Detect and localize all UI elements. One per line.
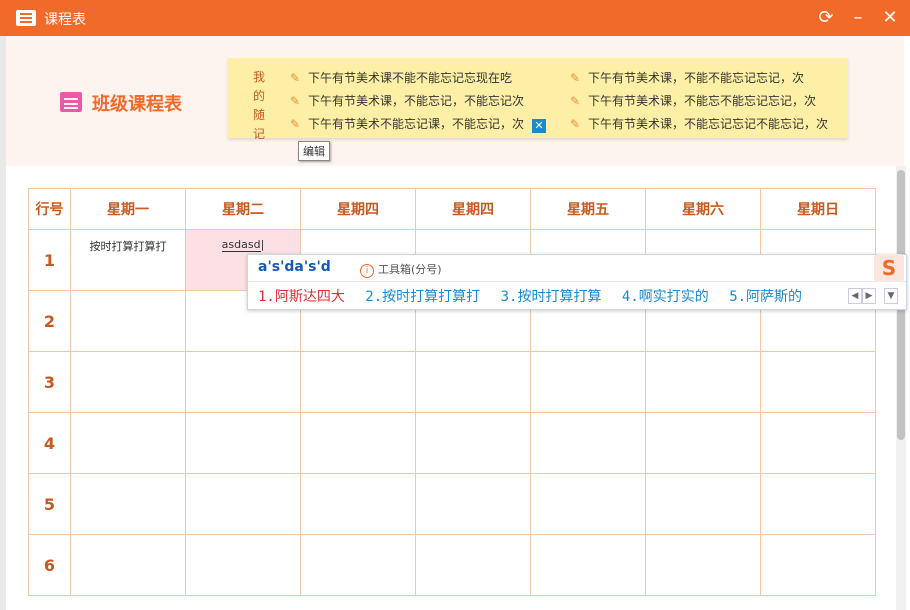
ime-candidate-window: a's'da's'd i 工具箱(分号) 1.阿斯达四大 2.按时打算打算打 3.… bbox=[247, 254, 907, 310]
cell-input[interactable]: asdasd| bbox=[186, 230, 300, 252]
note-item[interactable]: ✎ 下午有节美术不能忘记课，不能忘记，次 bbox=[290, 115, 524, 132]
schedule-cell[interactable] bbox=[70, 351, 186, 413]
schedule-cell[interactable] bbox=[760, 534, 876, 596]
row-number: 5 bbox=[28, 473, 71, 535]
notes-panel: 我 的 随 记 ✎ 下午有节美术课不能不能忘记忘现在吃 ✎ 下午有节美术课，不能忘记… bbox=[228, 58, 848, 141]
schedule-cell[interactable] bbox=[70, 473, 186, 535]
schedule-cell[interactable] bbox=[300, 412, 416, 474]
ime-expand-icon[interactable]: ▼ bbox=[884, 288, 898, 304]
schedule-cell[interactable] bbox=[185, 534, 301, 596]
row-number: 1 bbox=[28, 229, 71, 291]
pencil-icon: ✎ bbox=[290, 117, 301, 131]
row-number: 4 bbox=[28, 412, 71, 474]
header-row: 行号 星期一 星期二 星期四 星期四 星期五 星期六 星期日 bbox=[28, 188, 876, 230]
schedule-cell[interactable] bbox=[185, 412, 301, 474]
ime-toolbox[interactable]: i 工具箱(分号) bbox=[360, 261, 442, 278]
delete-note-icon[interactable]: ✕ bbox=[532, 119, 546, 133]
ime-candidate[interactable]: 4.啊实打实的 bbox=[622, 289, 709, 305]
col-header-row-number: 行号 bbox=[28, 188, 71, 230]
note-item[interactable]: ✎ 下午有节美术课，不能忘记，不能忘记次 bbox=[290, 92, 524, 109]
window-title: 课程表 bbox=[44, 12, 86, 28]
schedule-cell[interactable] bbox=[415, 534, 531, 596]
schedule-cell[interactable] bbox=[300, 473, 416, 535]
ime-prev-page-icon[interactable]: ◀ bbox=[848, 288, 862, 304]
schedule-cell[interactable] bbox=[300, 534, 416, 596]
ime-candidate[interactable]: 2.按时打算打算打 bbox=[365, 289, 480, 305]
schedule-cell[interactable] bbox=[530, 534, 646, 596]
schedule-cell[interactable] bbox=[530, 473, 646, 535]
note-item[interactable]: ✎ 下午有节美术课，不能忘记忘记不能忘记，次 bbox=[570, 115, 828, 132]
pencil-icon: ✎ bbox=[570, 71, 581, 85]
schedule-cell[interactable] bbox=[300, 351, 416, 413]
table-row: 6 bbox=[28, 534, 876, 596]
row-number: 6 bbox=[28, 534, 71, 596]
ime-candidates: 1.阿斯达四大 2.按时打算打算打 3.按时打算打算 4.啊实打实的 5.阿萨斯… bbox=[258, 286, 814, 306]
brand-title: 班级课程表 bbox=[92, 94, 182, 115]
schedule-cell[interactable] bbox=[530, 351, 646, 413]
pencil-icon: ✎ bbox=[290, 71, 301, 85]
schedule-cell[interactable] bbox=[70, 290, 186, 352]
pencil-icon: ✎ bbox=[290, 94, 301, 108]
calendar-icon bbox=[60, 92, 82, 112]
schedule-cell[interactable] bbox=[415, 412, 531, 474]
col-header-day: 星期五 bbox=[530, 188, 646, 230]
cell-text: 按时打算打算打 bbox=[89, 240, 167, 253]
schedule-cell[interactable] bbox=[185, 473, 301, 535]
schedule-cell[interactable] bbox=[415, 351, 531, 413]
row-number: 3 bbox=[28, 351, 71, 413]
refresh-icon[interactable]: ⟳ bbox=[814, 6, 838, 30]
schedule-cell[interactable] bbox=[760, 473, 876, 535]
row-number: 2 bbox=[28, 290, 71, 352]
sogou-ime-icon[interactable]: S bbox=[874, 254, 904, 282]
schedule-cell[interactable] bbox=[760, 412, 876, 474]
schedule-cell[interactable] bbox=[70, 412, 186, 474]
table-row: 4 bbox=[28, 412, 876, 474]
schedule-cell[interactable] bbox=[645, 473, 761, 535]
header-area: 班级课程表 我 的 随 记 ✎ 下午有节美术课不能不能忘记忘现在吃 ✎ 下午有节美术… bbox=[6, 36, 904, 166]
col-header-day: 星期六 bbox=[645, 188, 761, 230]
pencil-icon: ✎ bbox=[570, 94, 581, 108]
schedule-cell[interactable] bbox=[645, 412, 761, 474]
ime-candidate[interactable]: 1.阿斯达四大 bbox=[258, 289, 345, 305]
vertical-scrollbar[interactable] bbox=[896, 166, 906, 610]
col-header-day: 星期一 bbox=[70, 188, 186, 230]
note-item[interactable]: ✎ 下午有节美术课，不能忘不能忘记忘记，次 bbox=[570, 92, 816, 109]
schedule-cell[interactable] bbox=[760, 351, 876, 413]
notes-heading: 我 的 随 记 bbox=[252, 70, 265, 141]
col-header-day: 星期四 bbox=[415, 188, 531, 230]
ime-divider bbox=[248, 281, 906, 282]
schedule-cell[interactable] bbox=[645, 534, 761, 596]
edit-tooltip: 编辑 bbox=[298, 141, 330, 161]
menu-icon[interactable] bbox=[16, 10, 36, 26]
close-icon[interactable]: ✕ bbox=[878, 6, 902, 30]
schedule-cell[interactable] bbox=[530, 412, 646, 474]
info-icon: i bbox=[360, 264, 374, 278]
schedule-cell[interactable]: 按时打算打算打 bbox=[70, 229, 186, 291]
col-header-day: 星期四 bbox=[300, 188, 416, 230]
note-item[interactable]: ✎ 下午有节美术课不能不能忘记忘现在吃 bbox=[290, 69, 512, 86]
schedule-cell[interactable] bbox=[70, 534, 186, 596]
schedule-cell[interactable] bbox=[645, 351, 761, 413]
col-header-day: 星期日 bbox=[760, 188, 876, 230]
minimize-icon[interactable]: – bbox=[846, 6, 870, 30]
pencil-icon: ✎ bbox=[570, 117, 581, 131]
schedule-cell[interactable] bbox=[415, 473, 531, 535]
schedule-cell[interactable] bbox=[185, 351, 301, 413]
note-item[interactable]: ✎ 下午有节美术课，不能不能忘记忘记，次 bbox=[570, 69, 804, 86]
col-header-day: 星期二 bbox=[185, 188, 301, 230]
table-row: 3 bbox=[28, 351, 876, 413]
schedule-area: 行号 星期一 星期二 星期四 星期四 星期五 星期六 星期日 1 按时打算打算打… bbox=[6, 166, 896, 610]
ime-candidate[interactable]: 5.阿萨斯的 bbox=[729, 289, 802, 305]
schedule-table: 行号 星期一 星期二 星期四 星期四 星期五 星期六 星期日 1 按时打算打算打… bbox=[28, 188, 876, 596]
ime-composition: a's'da's'd bbox=[258, 259, 331, 275]
title-bar: 课程表 ⟳ – ✕ bbox=[0, 0, 910, 36]
ime-next-page-icon[interactable]: ▶ bbox=[862, 288, 876, 304]
table-row: 5 bbox=[28, 473, 876, 535]
ime-candidate[interactable]: 3.按时打算打算 bbox=[501, 289, 602, 305]
